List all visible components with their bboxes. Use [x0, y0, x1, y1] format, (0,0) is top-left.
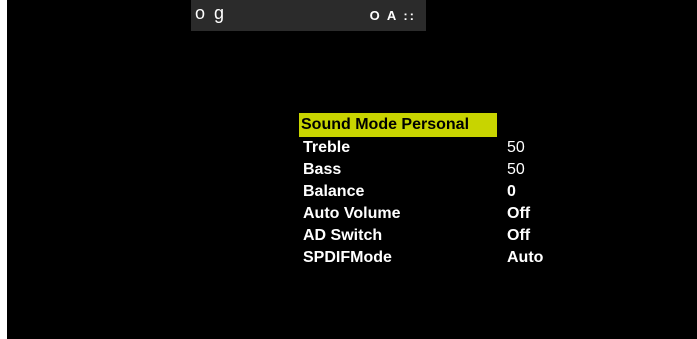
menu-item-balance-label[interactable]: Balance: [303, 181, 364, 203]
sound-settings-menu: Sound Mode Personal Treble Bass Balance …: [299, 113, 549, 273]
menu-item-spdif-mode-label[interactable]: SPDIFMode: [303, 247, 392, 269]
menu-values-panel: 50 50 0 Off Off Auto: [505, 137, 549, 273]
top-status-bar: o g O A ::: [191, 0, 426, 31]
menu-item-treble-value: 50: [507, 139, 525, 156]
menu-labels-panel: Treble Bass Balance Auto Volume AD Switc…: [301, 137, 439, 273]
menu-item-ad-switch-label[interactable]: AD Switch: [303, 225, 382, 247]
tv-screen: o g O A :: Sound Mode Personal Treble Ba…: [7, 0, 697, 339]
status-right-text: O A ::: [369, 8, 416, 23]
menu-item-treble-label[interactable]: Treble: [303, 137, 350, 159]
menu-item-bass-value: 50: [507, 161, 525, 178]
menu-title-sound-mode[interactable]: Sound Mode Personal: [299, 113, 497, 137]
menu-item-auto-volume-value: Off: [507, 205, 531, 222]
menu-item-balance-value: 0: [507, 183, 516, 200]
status-left-text: o g: [195, 3, 227, 23]
menu-item-auto-volume-label[interactable]: Auto Volume: [303, 203, 400, 225]
menu-item-spdif-mode-value: Auto: [507, 249, 544, 266]
menu-item-ad-switch-value: Off: [507, 227, 531, 244]
menu-item-bass-label[interactable]: Bass: [303, 159, 341, 181]
